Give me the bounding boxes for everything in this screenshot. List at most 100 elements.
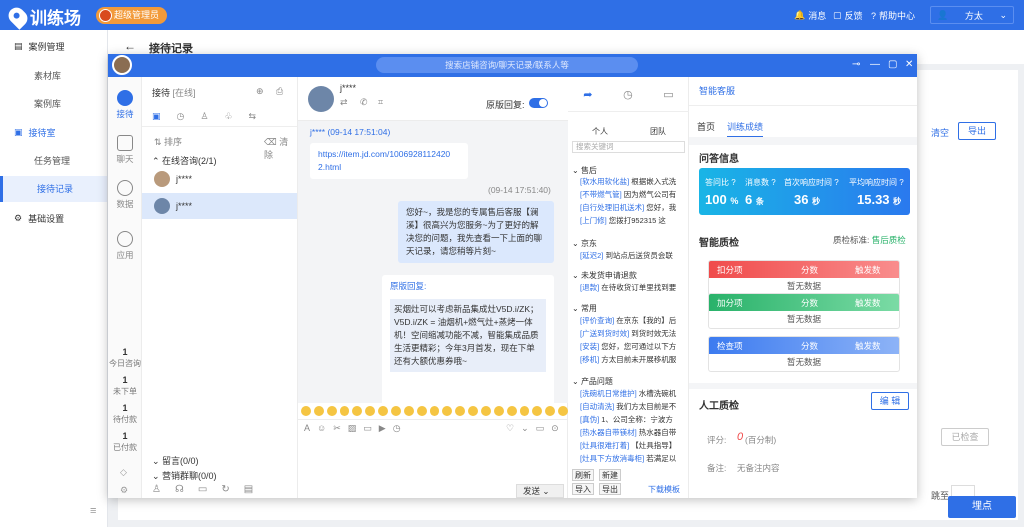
folder-icon[interactable]: ▭ xyxy=(663,88,673,101)
messages-link[interactable]: 🔔 消息 xyxy=(794,9,826,22)
refresh-icon[interactable]: ↻ xyxy=(221,484,229,495)
emoji-icon[interactable] xyxy=(313,406,324,416)
rail-apps[interactable]: 应用 xyxy=(108,231,142,261)
quick-group[interactable]: ⌄ 常用 xyxy=(572,303,597,314)
font-icon[interactable]: A xyxy=(304,423,310,434)
quick-group[interactable]: ⌄ 未发货申请退款 xyxy=(572,270,637,281)
edit-button[interactable]: 编 辑 xyxy=(871,392,909,410)
dropdown-icon[interactable]: ⌄ xyxy=(521,423,529,434)
quick-line[interactable]: [灶具下方放消毒柜] 若满足以 xyxy=(580,453,684,464)
pin-icon[interactable]: ⊸ xyxy=(852,59,860,71)
scissors-icon[interactable]: ✂ xyxy=(333,423,341,434)
tab-history-icon[interactable]: ◷ xyxy=(177,111,185,122)
maximize-icon[interactable]: ▢ xyxy=(888,59,897,71)
nav-material-lib[interactable]: 素材库 xyxy=(34,69,61,82)
sort-button[interactable]: ⇅ 排序 xyxy=(154,135,182,148)
quick-line[interactable]: [自动清洗] 我们方太目前是不 xyxy=(580,401,684,412)
feedback-link[interactable]: ▢ 反馈 xyxy=(833,9,863,22)
quick-group[interactable]: ⌄ 京东 xyxy=(572,238,597,249)
checked-button[interactable]: 已检查 xyxy=(941,428,989,446)
minimize-icon[interactable]: — xyxy=(870,59,880,71)
refresh-button[interactable]: 刷新 xyxy=(572,469,594,481)
nav-base-settings[interactable]: ⚙ 基础设置 xyxy=(14,212,64,225)
quick-line[interactable]: [广送到货时效] 到货时效无法 xyxy=(580,328,684,339)
like-icon[interactable]: ♡ xyxy=(506,423,514,434)
session-item[interactable]: j**** xyxy=(142,193,297,219)
nav-task-mgmt[interactable]: 任务管理 xyxy=(34,154,70,167)
group-leave-msg[interactable]: ⌄ 留言(0/0) xyxy=(152,454,199,467)
group-marketing[interactable]: ⌄ 营销群聊(0/0) xyxy=(152,469,217,482)
emoji-icon[interactable] xyxy=(493,406,504,416)
emoji-icon[interactable] xyxy=(442,406,453,416)
history-icon[interactable]: ◷ xyxy=(393,423,401,434)
report-icon[interactable]: ▤ xyxy=(244,484,253,495)
export-button[interactable]: 导出 xyxy=(599,483,621,495)
emoji-icon[interactable] xyxy=(558,406,569,416)
quick-line[interactable]: [评价查询] 在京东【我的】后 xyxy=(580,315,684,326)
back-icon[interactable]: ← xyxy=(124,39,136,53)
emoji-icon[interactable] xyxy=(545,406,556,416)
smile-icon[interactable]: ☺ xyxy=(317,423,326,434)
download-template-link[interactable]: 下载模板 xyxy=(648,484,680,495)
rail-chat[interactable]: 聊天 xyxy=(108,135,142,165)
emoji-icon[interactable] xyxy=(429,406,440,416)
collapse-icon[interactable]: ≡ xyxy=(90,505,96,517)
tab-group-icon[interactable]: ♧ xyxy=(224,111,232,122)
quick-reply-icon[interactable]: ➦ xyxy=(583,88,592,101)
contact-icon[interactable]: ♙ xyxy=(152,484,161,495)
more-icon[interactable]: ⊙ xyxy=(551,423,559,434)
tag-icon[interactable]: ⌗ xyxy=(378,97,383,108)
quick-line[interactable]: [自行处理旧机送术] 您好，我 xyxy=(580,202,684,213)
help-link[interactable]: ? 帮助中心 xyxy=(871,9,915,22)
tab-home[interactable]: 首页 xyxy=(697,120,715,133)
emoji-icon[interactable] xyxy=(391,406,401,416)
rail-data[interactable]: 数据 xyxy=(108,180,142,210)
user-menu[interactable]: 👤 方太 ⌄ xyxy=(930,6,1014,24)
quick-search-input[interactable]: 搜索关键词 xyxy=(572,141,685,153)
global-search-input[interactable]: 搜索店铺咨询/聊天记录/联系人等 xyxy=(376,57,638,73)
tab-transfer-icon[interactable]: ⇆ xyxy=(249,111,257,122)
quick-line[interactable]: [退款] 在待收货订单里找到要 xyxy=(580,282,684,293)
import-button[interactable]: 导入 xyxy=(572,483,594,495)
tab-personal[interactable]: 个人 xyxy=(592,126,608,137)
nav-reception-record[interactable]: 接待记录 xyxy=(0,176,107,202)
quick-group[interactable]: ⌄ 售后 xyxy=(572,165,597,176)
phone-icon[interactable]: ✆ xyxy=(360,97,368,108)
emoji-icon[interactable] xyxy=(326,406,337,416)
print-icon[interactable]: ⎙ xyxy=(276,86,283,97)
close-icon[interactable]: ✕ xyxy=(905,59,913,71)
folder-icon[interactable]: ▭ xyxy=(363,423,372,434)
headset-icon[interactable]: ☊ xyxy=(175,484,184,495)
clear-button[interactable]: ⌫ 清除 xyxy=(264,135,297,161)
quick-line[interactable]: [不带燃气管] 因为燃气公司有 xyxy=(580,189,684,200)
tab-training-score[interactable]: 训练成绩 xyxy=(727,120,764,138)
nav-case-mgmt[interactable]: ▤ 案例管理 xyxy=(14,40,65,53)
quick-line[interactable]: [软水用软化盐] 根据嵌入式洗 xyxy=(580,176,684,187)
quick-group[interactable]: ⌄ 产品问题 xyxy=(572,376,613,387)
send-button[interactable]: 发送 ⌄ xyxy=(516,484,564,498)
emoji-icon[interactable] xyxy=(506,406,517,416)
emoji-icon[interactable] xyxy=(455,406,466,416)
nav-case-lib[interactable]: 案例库 xyxy=(34,97,61,110)
agent-avatar[interactable] xyxy=(112,55,132,75)
emoji-icon[interactable] xyxy=(468,406,479,416)
transfer-icon[interactable]: ⇄ xyxy=(340,97,348,108)
tab-team[interactable]: 团队 xyxy=(650,126,666,137)
product-link[interactable]: https://item.jd.com/1006928112420 2.html xyxy=(318,149,450,172)
quick-line[interactable]: [灶具很难打着] 【灶具指导】 xyxy=(580,440,684,451)
emoji-icon[interactable] xyxy=(378,406,389,416)
quick-line[interactable]: [上门修] 您拨打952315 这 xyxy=(580,215,684,226)
tab-chat-icon[interactable]: ▣ xyxy=(152,111,161,122)
original-reply-toggle[interactable] xyxy=(529,98,548,108)
add-session-icon[interactable]: ⊕ xyxy=(256,86,264,97)
new-button[interactable]: 新建 xyxy=(599,469,621,481)
quick-line[interactable]: [真伪] 1、公司全称：宁波方 xyxy=(580,414,684,425)
comment-icon[interactable]: ▭ xyxy=(536,423,545,434)
quick-line[interactable]: [安装] 您好，您可通过以下方 xyxy=(580,341,684,352)
clock-icon[interactable]: ◷ xyxy=(623,88,633,101)
export-button[interactable]: 导出 xyxy=(958,122,996,140)
quick-line[interactable]: [延迟2] 到站点后送货员会联 xyxy=(580,250,684,261)
settings-icon[interactable]: ⚙ xyxy=(120,485,128,496)
message-composer[interactable]: A ☺ ✂ ▨ ▭ ▶ ◷ ♡ ⌄ ▭ ⊙ 发送 ⌄ xyxy=(298,419,568,498)
video-icon[interactable]: ▶ xyxy=(379,423,386,434)
